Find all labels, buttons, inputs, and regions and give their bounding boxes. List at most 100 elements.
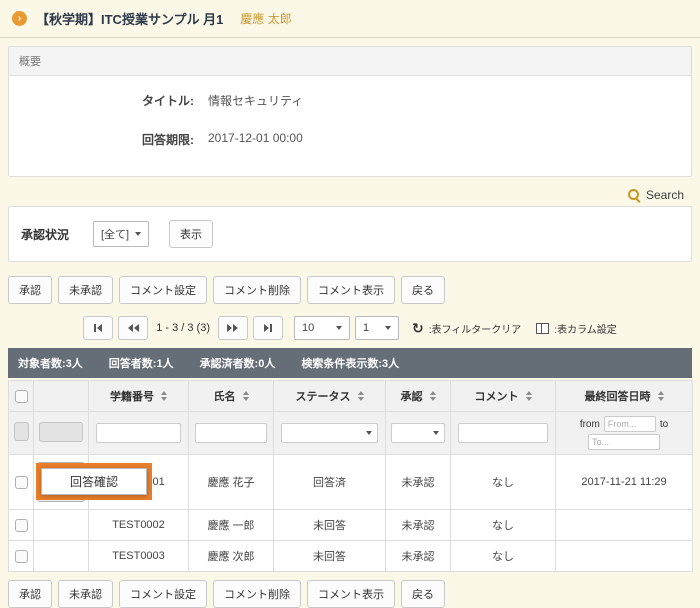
row-action-cell: [34, 510, 89, 541]
sort-icon[interactable]: [161, 391, 167, 401]
search-toggle[interactable]: Search: [16, 188, 684, 202]
name-filter-input[interactable]: [195, 423, 267, 443]
header-name[interactable]: 氏名: [189, 381, 274, 412]
status-cell: 未回答: [274, 541, 386, 572]
stat-filtered-count: 検索条件表示数:3人: [301, 355, 399, 371]
comment-show-button[interactable]: コメント表示: [307, 580, 395, 608]
overview-panel-body: タイトル: 情報セキュリティ 回答期限: 2017-12-01 00:00: [9, 76, 691, 176]
approval-status-select[interactable]: [全て]: [93, 221, 149, 247]
name-cell: 慶應 一郎: [189, 510, 274, 541]
next-page-button[interactable]: [218, 316, 248, 340]
status-filter-select[interactable]: [281, 423, 378, 443]
comment-header-label: コメント: [475, 388, 519, 404]
approval-cell: 未承認: [386, 510, 451, 541]
filter-student-id-cell: [89, 412, 189, 455]
row-checkbox-cell: [9, 541, 34, 572]
answer-confirm-menu-item[interactable]: 回答確認: [41, 468, 147, 495]
approval-filter-select[interactable]: [391, 423, 444, 443]
back-button[interactable]: 戻る: [401, 276, 445, 304]
chevron-down-icon: [366, 431, 372, 435]
row-checkbox[interactable]: [15, 476, 28, 489]
row-checkbox-cell: [9, 455, 34, 510]
table-filter-row: from to: [9, 412, 693, 455]
chevron-down-icon: [433, 431, 439, 435]
student-id-filter-input[interactable]: [96, 423, 182, 443]
search-label: Search: [646, 188, 684, 202]
approval-cell: 未承認: [386, 541, 451, 572]
approval-status-selected-value: [全て]: [101, 226, 129, 242]
filter-comment-cell: [451, 412, 556, 455]
prev-page-button[interactable]: [118, 316, 148, 340]
back-button[interactable]: 戻る: [401, 580, 445, 608]
chevron-down-icon: [135, 232, 141, 236]
name-cell: 慶應 次郎: [189, 541, 274, 572]
show-button[interactable]: 表示: [169, 220, 213, 248]
filter-clear-icon[interactable]: ↻: [412, 321, 424, 335]
student-id-cell: TEST0002: [89, 510, 189, 541]
filter-action-cell: [34, 412, 89, 455]
approve-button[interactable]: 承認: [8, 276, 52, 304]
page-title: 【秋学期】ITC授業サンプル 月1: [36, 9, 223, 28]
student-id-cell: TEST0003: [89, 541, 189, 572]
last-answer-cell: [556, 541, 693, 572]
filter-approval-cell: [386, 412, 451, 455]
title-label: タイトル:: [19, 92, 194, 109]
page: { "header": { "title": "【秋学期】ITC授業サンプル 月…: [0, 0, 700, 531]
row-action-cell: [34, 541, 89, 572]
filter-date-cell: from to: [556, 412, 693, 455]
page-number-select[interactable]: 1: [355, 316, 399, 340]
table-columns-icon[interactable]: [536, 323, 549, 334]
header-comment[interactable]: コメント: [451, 381, 556, 412]
deadline-label: 回答期限:: [19, 131, 194, 148]
header-status[interactable]: ステータス: [274, 381, 386, 412]
unapprove-button[interactable]: 未承認: [58, 580, 113, 608]
comment-show-button[interactable]: コメント表示: [307, 276, 395, 304]
comment-delete-button[interactable]: コメント削除: [213, 276, 301, 304]
status-header-label: ステータス: [296, 388, 351, 404]
chevron-down-icon: [385, 326, 391, 330]
last-answer-cell: [556, 510, 693, 541]
date-to-input[interactable]: [588, 434, 660, 450]
first-page-button[interactable]: [83, 316, 113, 340]
select-all-checkbox[interactable]: [15, 390, 28, 403]
name-cell: 慶應 花子: [189, 455, 274, 510]
comment-cell: なし: [451, 541, 556, 572]
header-student-id[interactable]: 学籍番号: [89, 381, 189, 412]
highlight-annotation-box: 回答確認: [36, 463, 152, 500]
sort-icon[interactable]: [430, 391, 436, 401]
last-page-button[interactable]: [253, 316, 283, 340]
comment-filter-input[interactable]: [458, 423, 548, 443]
comment-set-button[interactable]: コメント設定: [119, 276, 207, 304]
approval-header-label: 承認: [401, 388, 423, 404]
filter-disabled-box: [39, 422, 83, 442]
bottom-action-buttons: 承認 未承認 コメント設定 コメント削除 コメント表示 戻る: [8, 580, 692, 608]
stat-approved-count: 承認済者数:0人: [200, 355, 276, 371]
sort-icon[interactable]: [526, 391, 532, 401]
approval-cell: 未承認: [386, 455, 451, 510]
last-answer-header-label: 最終回答日時: [585, 388, 651, 404]
overview-panel: 概要 タイトル: 情報セキュリティ 回答期限: 2017-12-01 00:00: [8, 46, 692, 177]
topbar: › 【秋学期】ITC授業サンプル 月1 慶應 太郎: [0, 0, 700, 38]
comment-delete-button[interactable]: コメント削除: [213, 580, 301, 608]
page-size-select[interactable]: 10: [294, 316, 350, 340]
unapprove-button[interactable]: 未承認: [58, 276, 113, 304]
header-action-cell: [34, 381, 89, 412]
sort-icon[interactable]: [358, 391, 364, 401]
user-name-link[interactable]: 慶應 太郎: [240, 10, 291, 27]
approve-button[interactable]: 承認: [8, 580, 52, 608]
filter-clear-label: :表フィルタークリア: [429, 321, 522, 336]
date-from-input[interactable]: [604, 416, 656, 432]
student-id-header-label: 学籍番号: [110, 388, 154, 404]
header-last-answer[interactable]: 最終回答日時: [556, 381, 693, 412]
overview-field-deadline: 回答期限: 2017-12-01 00:00: [19, 131, 681, 148]
row-checkbox[interactable]: [15, 550, 28, 563]
comment-set-button[interactable]: コメント設定: [119, 580, 207, 608]
header-approval[interactable]: 承認: [386, 381, 451, 412]
header-checkbox-cell: [9, 381, 34, 412]
status-cell: 回答済: [274, 455, 386, 510]
row-checkbox-cell: [9, 510, 34, 541]
row-checkbox[interactable]: [15, 519, 28, 532]
sort-icon[interactable]: [243, 391, 249, 401]
table-row: TEST0002 慶應 一郎 未回答 未承認 なし: [9, 510, 693, 541]
sort-icon[interactable]: [658, 391, 664, 401]
